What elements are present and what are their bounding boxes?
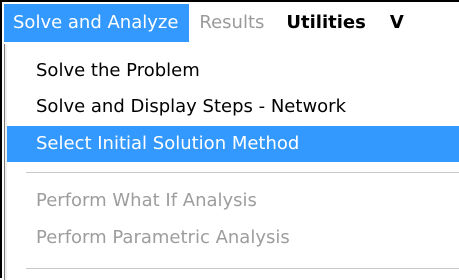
menu-item-perform-parametric-analysis[interactable]: Perform Parametric Analysis bbox=[7, 220, 459, 256]
menu-item-perform-what-if-analysis[interactable]: Perform What If Analysis bbox=[7, 183, 459, 219]
menu-separator bbox=[26, 172, 459, 173]
menu-results[interactable]: Results bbox=[189, 4, 278, 42]
menu-item-select-initial-solution-method[interactable]: Select Initial Solution Method bbox=[7, 126, 459, 162]
menu-bar: Solve and Analyze Results Utilities V bbox=[4, 4, 459, 42]
menu-truncated-item[interactable]: V bbox=[382, 4, 420, 42]
menu-item-solve-the-problem[interactable]: Solve the Problem bbox=[7, 53, 459, 89]
solve-and-analyze-dropdown: Solve the Problem Solve and Display Step… bbox=[4, 44, 459, 280]
menu-separator bbox=[26, 268, 459, 269]
menu-screenshot-frame: Solve and Analyze Results Utilities V So… bbox=[0, 0, 459, 280]
menu-item-solve-and-display-steps-network[interactable]: Solve and Display Steps - Network bbox=[7, 89, 459, 125]
menu-solve-and-analyze[interactable]: Solve and Analyze bbox=[4, 4, 190, 42]
menu-utilities[interactable]: Utilities bbox=[278, 4, 381, 42]
